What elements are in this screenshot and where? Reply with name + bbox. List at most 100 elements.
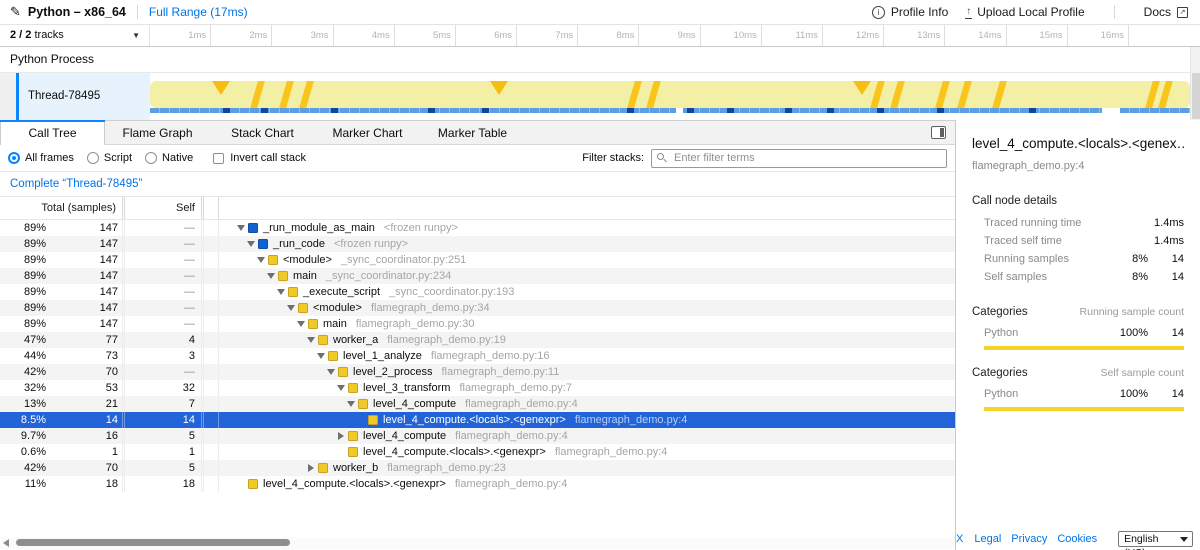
radio-all-frames[interactable]: All frames	[8, 152, 74, 164]
footer-link-privacy[interactable]: Privacy	[1011, 533, 1047, 545]
collapse-arrow-icon[interactable]	[335, 380, 347, 396]
range-breadcrumb[interactable]: Complete “Thread-78495”	[0, 172, 142, 196]
stat-label: Self samples	[984, 271, 1104, 283]
call-tree-row[interactable]: 42%70—level_2_processflamegraph_demo.py:…	[0, 364, 955, 380]
invert-call-stack-checkbox[interactable]: Invert call stack	[213, 152, 306, 164]
track-marker-slash[interactable]	[279, 81, 294, 108]
expand-arrow-icon[interactable]	[335, 428, 347, 444]
ruler-tick: 6ms	[456, 25, 517, 46]
track-marker-slash[interactable]	[250, 81, 265, 108]
tracks-dropdown-button[interactable]: 2 / 2 tracks ▼	[0, 25, 150, 46]
info-icon: i	[872, 6, 885, 19]
category-square-yellow	[318, 463, 328, 473]
scrollbar-thumb[interactable]	[16, 539, 290, 546]
track-marker-slash[interactable]	[646, 81, 661, 108]
call-tree-row[interactable]: 0.6%11level_4_compute.<locals>.<genexpr>…	[0, 444, 955, 460]
track-marker-slash[interactable]	[627, 81, 642, 108]
track-marker-slash[interactable]	[870, 81, 885, 108]
sidebar-toggle-button[interactable]	[931, 126, 946, 139]
samples-strip[interactable]	[150, 108, 1190, 113]
call-tree-row[interactable]: 11%1818level_4_compute.<locals>.<genexpr…	[0, 476, 955, 492]
total-samples: 73	[50, 348, 122, 364]
language-select[interactable]: English (US)	[1118, 531, 1193, 547]
radio-script[interactable]: Script	[87, 152, 132, 164]
call-tree-row[interactable]: 9.7%165level_4_computeflamegraph_demo.py…	[0, 428, 955, 444]
collapse-arrow-icon[interactable]	[305, 332, 317, 348]
footer-close-link[interactable]: X	[956, 533, 963, 545]
filter-stacks-input[interactable]	[651, 149, 947, 168]
full-range-button[interactable]: Full Range (17ms)	[149, 5, 248, 19]
row-icon-cell	[204, 444, 218, 460]
collapse-arrow-icon[interactable]	[235, 220, 247, 236]
scrollbar-thumb[interactable]	[1192, 73, 1200, 119]
edit-profile-name-icon[interactable]: ✎	[10, 4, 21, 20]
track-marker-slash[interactable]	[1158, 81, 1173, 108]
category-name: Python	[984, 388, 1104, 400]
upload-profile-button[interactable]: ↑ Upload Local Profile	[966, 5, 1084, 19]
call-tree-row[interactable]: 89%147—_run_module_as_main<frozen runpy>	[0, 220, 955, 236]
topbar-actions: i Profile Info ↑ Upload Local Profile Do…	[872, 5, 1200, 19]
expand-arrow-icon[interactable]	[305, 460, 317, 476]
column-total[interactable]: Total (samples)	[0, 197, 122, 219]
collapse-arrow-icon[interactable]	[275, 284, 287, 300]
collapse-arrow-icon[interactable]	[315, 348, 327, 364]
call-tree-row[interactable]: 13%217level_4_computeflamegraph_demo.py:…	[0, 396, 955, 412]
selected-function-name: level_4_compute.<locals>.<genex…	[972, 136, 1184, 151]
tab-call-tree[interactable]: Call Tree	[0, 121, 105, 146]
profile-info-button[interactable]: i Profile Info	[872, 5, 948, 19]
column-self[interactable]: Self	[125, 197, 201, 219]
track-marker-slash[interactable]	[890, 81, 905, 108]
call-tree-row[interactable]: 89%147—<module>_sync_coordinator.py:251	[0, 252, 955, 268]
call-tree-row[interactable]: 89%147—_execute_script_sync_coordinator.…	[0, 284, 955, 300]
tab-marker-table[interactable]: Marker Table	[420, 121, 525, 146]
collapse-arrow-icon[interactable]	[295, 316, 307, 332]
collapse-arrow-icon[interactable]	[285, 300, 297, 316]
category-row: Python100%14	[972, 388, 1184, 400]
radio-native[interactable]: Native	[145, 152, 193, 164]
stat-value: 14	[1148, 253, 1184, 265]
call-tree-row[interactable]: 8.5%1414level_4_compute.<locals>.<genexp…	[0, 412, 955, 428]
process-track-header[interactable]: Python Process	[0, 47, 1200, 73]
category-square-blue	[258, 239, 268, 249]
collapse-arrow-icon[interactable]	[345, 396, 357, 412]
tab-flame-graph[interactable]: Flame Graph	[105, 121, 210, 146]
track-marker-slash[interactable]	[957, 81, 972, 108]
timeline-vertical-scrollbar[interactable]	[1190, 47, 1200, 120]
call-tree-row[interactable]: 89%147—_run_code<frozen runpy>	[0, 236, 955, 252]
footer-link-legal[interactable]: Legal	[974, 533, 1001, 545]
call-tree-row[interactable]: 42%705worker_bflamegraph_demo.py:23	[0, 460, 955, 476]
thread-track-label[interactable]: Thread-78495	[0, 73, 150, 120]
tab-stack-chart[interactable]: Stack Chart	[210, 121, 315, 146]
track-marker-slash[interactable]	[992, 81, 1007, 108]
collapse-arrow-icon[interactable]	[325, 364, 337, 380]
collapse-arrow-icon[interactable]	[255, 252, 267, 268]
collapse-arrow-icon[interactable]	[245, 236, 257, 252]
tab-marker-chart[interactable]: Marker Chart	[315, 121, 420, 146]
collapse-arrow-icon[interactable]	[265, 268, 277, 284]
call-tree-row[interactable]: 32%5332level_3_transformflamegraph_demo.…	[0, 380, 955, 396]
horizontal-scrollbar[interactable]	[0, 537, 955, 549]
self-samples: 14	[125, 412, 201, 428]
scroll-left-arrow[interactable]	[3, 539, 9, 547]
column-icon	[204, 197, 218, 219]
track-marker-slash[interactable]	[299, 81, 314, 108]
thread-activity-graph[interactable]	[150, 73, 1190, 120]
sample-cluster-dark	[727, 108, 734, 113]
call-tree-row[interactable]: 44%733level_1_analyzeflamegraph_demo.py:…	[0, 348, 955, 364]
row-icon-cell	[204, 396, 218, 412]
track-marker-triangle[interactable]	[212, 81, 230, 95]
track-marker-triangle[interactable]	[490, 81, 508, 95]
call-tree-row[interactable]: 89%147—mainflamegraph_demo.py:30	[0, 316, 955, 332]
checkbox-icon[interactable]	[213, 153, 224, 164]
footer-link-cookies[interactable]: Cookies	[1057, 533, 1097, 545]
call-tree-row[interactable]: 89%147—main_sync_coordinator.py:234	[0, 268, 955, 284]
docs-button[interactable]: Docs ↗	[1144, 5, 1188, 19]
row-icon-cell	[204, 220, 218, 236]
call-tree-row[interactable]: 47%774worker_aflamegraph_demo.py:19	[0, 332, 955, 348]
cpu-activity-band[interactable]	[150, 81, 1190, 108]
function-name: <module>	[313, 300, 362, 316]
track-marker-slash[interactable]	[1145, 81, 1160, 108]
track-marker-slash[interactable]	[935, 81, 950, 108]
call-tree-row[interactable]: 89%147—<module>flamegraph_demo.py:34	[0, 300, 955, 316]
track-marker-triangle[interactable]	[853, 81, 871, 95]
